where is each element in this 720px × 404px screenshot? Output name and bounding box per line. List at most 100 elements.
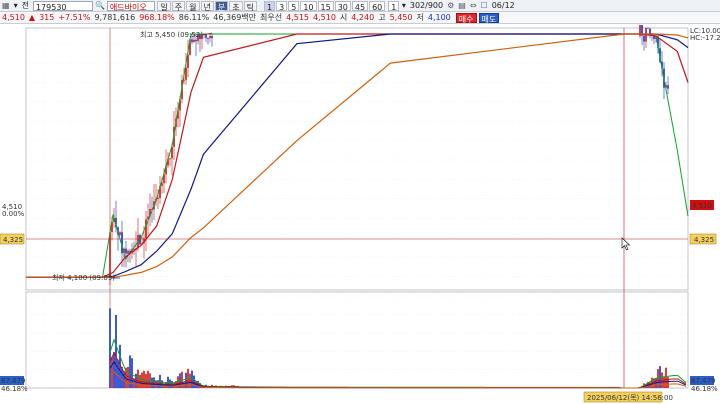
- best-quote-label: 최우선: [260, 13, 283, 22]
- candle-body: [157, 198, 159, 200]
- crosshair-time: 2025/06/12(목) 14:56:00: [587, 394, 673, 402]
- interval-button-10[interactable]: 10: [300, 0, 317, 12]
- interval-button-60[interactable]: 60: [369, 0, 386, 12]
- turnover-rate: 86.11%: [178, 13, 210, 22]
- best-bid: 4,510: [313, 13, 336, 22]
- stock-chart[interactable]: 4,510 0.00% 4,325 4,510 4,325 LC:10.00 H…: [0, 24, 720, 404]
- low-label: 저: [416, 13, 424, 22]
- interval-button-15[interactable]: 15: [317, 0, 334, 12]
- volume-bar: [117, 359, 119, 388]
- ma-line-3: [26, 33, 689, 278]
- date-field[interactable]: 06/12: [490, 0, 517, 11]
- candle-body: [643, 35, 645, 42]
- high-label: 고: [378, 13, 386, 22]
- open-price: 4,240: [351, 13, 375, 22]
- volume-ratio: 968.18%: [139, 13, 175, 22]
- left-pct-label: 0.00%: [2, 210, 25, 218]
- volume-bar: [115, 314, 117, 388]
- high-annotation: 최고 5,450 (09:52): [140, 30, 203, 39]
- settings-icon[interactable]: ⚙: [445, 0, 456, 11]
- period-button-group: 일 주 월 년 분 초 틱: [155, 0, 260, 12]
- right-hc-label: HC:-17.25: [690, 34, 720, 42]
- market-type-label[interactable]: 전: [20, 0, 31, 11]
- candle-body: [193, 39, 195, 43]
- low-price: 4,100: [427, 13, 451, 22]
- interval-select[interactable]: 1: [388, 0, 400, 12]
- high-price: 5,450: [389, 13, 413, 22]
- left-volume-value: 87,479: [1, 377, 26, 385]
- candle-body: [649, 28, 651, 35]
- candle-body: [169, 158, 171, 160]
- bar-count-field[interactable]: 302/900: [408, 0, 445, 11]
- right-crosshair-price: 4,325: [694, 236, 714, 244]
- right-volume-value: 87,479: [691, 377, 716, 385]
- ma-line-0: [26, 33, 689, 278]
- left-crosshair-price: 4,325: [3, 236, 23, 244]
- interval-button-5[interactable]: 5: [288, 0, 300, 12]
- right-volume-pct: 46.18%: [691, 385, 718, 393]
- candle-body: [145, 219, 147, 239]
- grid-menu-icon[interactable]: ▦: [0, 0, 12, 11]
- volume-bar: [111, 356, 113, 388]
- up-arrow-icon: ▲: [28, 13, 36, 22]
- price-change: 315: [39, 13, 55, 22]
- period-button-second[interactable]: 초: [229, 0, 243, 12]
- buy-button[interactable]: 매수: [455, 12, 477, 24]
- volume-ma-line-3: [109, 371, 687, 389]
- candle-body: [195, 39, 197, 42]
- period-button-minute[interactable]: 분: [214, 0, 229, 12]
- volume-bars: [109, 308, 669, 388]
- chevron-down-icon[interactable]: ▾: [12, 0, 20, 11]
- ma-line-2: [26, 33, 689, 278]
- period-button-month[interactable]: 월: [186, 0, 200, 12]
- price-change-pct: +7.51%: [58, 13, 91, 22]
- volume-bar: [667, 377, 669, 388]
- volume-bar: [185, 372, 187, 388]
- volume-ma-line-1: [109, 351, 687, 389]
- open-label: 시: [339, 13, 348, 22]
- crosshair: [26, 28, 688, 388]
- best-ask: 4,515: [286, 13, 310, 22]
- candle-body: [191, 39, 193, 43]
- candle-body: [125, 248, 127, 254]
- period-button-week[interactable]: 주: [171, 0, 186, 12]
- expand-icon[interactable]: ⇔: [468, 0, 479, 11]
- volume-bar: [665, 367, 667, 388]
- low-annotation: 최저 4,100 (09:09): [52, 273, 115, 282]
- candle-body: [127, 250, 129, 254]
- stock-name-field[interactable]: 애드바이오: [106, 0, 155, 12]
- candle-body: [667, 85, 669, 89]
- checkbox-icon[interactable]: ☐: [479, 0, 490, 11]
- moving-average-lines: [26, 33, 689, 278]
- current-price: 4,510: [2, 13, 25, 22]
- quote-bar: 4,510 ▲ 315 +7.51% 9,781,616 968.18% 86.…: [0, 12, 720, 24]
- period-button-day[interactable]: 일: [157, 0, 171, 12]
- search-icon[interactable]: 🔍: [93, 0, 107, 11]
- interval-button-group: 1 3 5 10 15 30 45 60: [262, 0, 388, 12]
- period-button-year[interactable]: 년: [200, 0, 214, 12]
- candle-body: [207, 37, 209, 39]
- period-button-tick[interactable]: 틱: [243, 0, 258, 12]
- chart-grid: [25, 27, 689, 389]
- stock-code-input[interactable]: 179530: [32, 0, 93, 12]
- candle-body: [119, 232, 121, 235]
- calendar-icon[interactable]: ▤: [456, 0, 468, 11]
- interval-button-3[interactable]: 3: [276, 0, 288, 12]
- volume-value: 9,781,616: [94, 13, 136, 22]
- interval-button-30[interactable]: 30: [334, 0, 351, 12]
- candle-body: [211, 35, 213, 39]
- interval-button-45[interactable]: 45: [351, 0, 369, 12]
- interval-button-1[interactable]: 1: [264, 0, 276, 12]
- candle-body: [209, 35, 211, 39]
- volume-bar: [113, 352, 115, 388]
- candle-body: [647, 27, 649, 29]
- mouse-cursor-icon: [621, 237, 631, 251]
- ma-line-1: [26, 33, 689, 278]
- volume-bar: [127, 366, 129, 388]
- chart-toolbar: ▦ ▾ 전 179530 🔍 애드바이오 일 주 월 년 분 초 틱 1 3 5…: [0, 0, 720, 12]
- volume-grid: [26, 295, 688, 370]
- sell-button[interactable]: 매도: [478, 12, 500, 24]
- chevron-down-icon[interactable]: ▾: [400, 0, 408, 11]
- right-current-price: 4,510: [692, 202, 712, 210]
- left-volume-pct: 46.18%: [1, 385, 28, 393]
